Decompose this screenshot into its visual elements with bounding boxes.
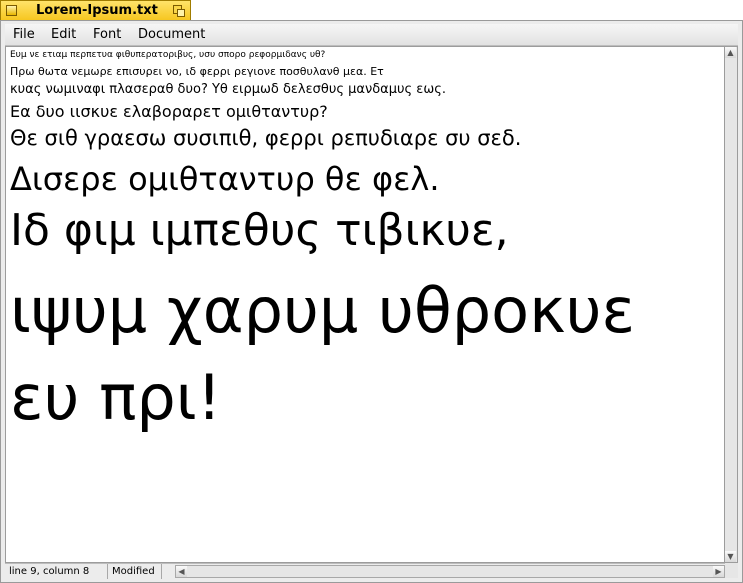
editor-window: File Edit Font Document Ευμ νε ετιαμ περ… bbox=[0, 20, 743, 583]
scroll-right-icon[interactable]: ▶ bbox=[713, 566, 724, 577]
menu-edit[interactable]: Edit bbox=[51, 27, 76, 42]
zoom-box-icon[interactable] bbox=[173, 5, 185, 17]
text-line: Πρω θωτα νεμωρε επισυρει νο, ιδ φερρι ρε… bbox=[10, 65, 384, 78]
text-line: Ιδ φιμ ιμπεθυς τιβικυε, bbox=[10, 205, 509, 256]
menu-document[interactable]: Document bbox=[138, 27, 205, 42]
text-line: κυας νωμιναφι πλασεραθ δυο? Υθ ειρμωδ δε… bbox=[10, 82, 446, 97]
cursor-position: line 9, column 8 bbox=[5, 564, 108, 579]
scroll-up-icon[interactable]: ▲ bbox=[725, 47, 736, 58]
scroll-left-icon[interactable]: ◀ bbox=[176, 566, 187, 577]
text-line: Εα δυο ιισκυε ελαβοραρετ ομιθταντυρ? bbox=[10, 102, 328, 121]
menu-font[interactable]: Font bbox=[93, 27, 121, 42]
text-line: Θε σιθ γραεσω συσιπιθ, φερρι ρεπυδιαρε σ… bbox=[10, 126, 522, 150]
text-editor[interactable]: Ευμ νε ετιαμ περπετυα φιθυπερατοριβυς, υ… bbox=[5, 46, 725, 563]
window-title-tab[interactable]: Lorem-Ipsum.txt bbox=[0, 0, 191, 21]
status-bar: line 9, column 8 Modified ◀ ▶ bbox=[5, 563, 725, 579]
menu-bar: File Edit Font Document bbox=[5, 24, 738, 46]
horizontal-scrollbar[interactable]: ◀ ▶ bbox=[175, 565, 725, 578]
window-title: Lorem-Ipsum.txt bbox=[36, 3, 158, 18]
text-line: Δισερε ομιθταντυρ θε φελ. bbox=[10, 160, 440, 198]
scroll-down-icon[interactable]: ▼ bbox=[725, 551, 736, 562]
vertical-scrollbar[interactable]: ▲ ▼ bbox=[725, 46, 738, 563]
modified-indicator: Modified bbox=[108, 564, 162, 579]
text-line: ιψυμ χαρυμ υθροκυε bbox=[10, 274, 635, 347]
text-line: ευ πρι! bbox=[10, 361, 222, 434]
close-box-icon[interactable] bbox=[6, 5, 17, 16]
menu-file[interactable]: File bbox=[13, 27, 35, 42]
resize-grip-icon[interactable] bbox=[725, 563, 738, 578]
text-line: Ευμ νε ετιαμ περπετυα φιθυπερατοριβυς, υ… bbox=[10, 50, 326, 60]
